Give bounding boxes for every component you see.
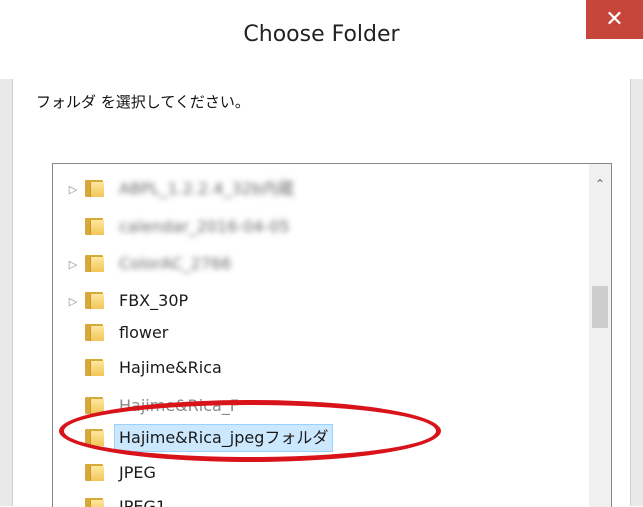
- folder-icon: [85, 464, 104, 481]
- title-bar[interactable]: Choose Folder ✕: [0, 0, 643, 79]
- close-icon: ✕: [605, 7, 624, 32]
- close-button[interactable]: ✕: [586, 0, 643, 39]
- folder-icon: [85, 324, 104, 341]
- window-frame-left: [0, 79, 13, 506]
- tree-item-label: JPEG: [119, 463, 156, 482]
- triangle-right-icon[interactable]: ▷: [67, 175, 79, 203]
- tree-item[interactable]: calendar_2016-04-05: [53, 213, 573, 241]
- tree-item[interactable]: flower: [53, 319, 573, 347]
- tree-item[interactable]: ▷ FBX_30P: [53, 287, 573, 315]
- tree-item-label: flower: [119, 323, 169, 342]
- tree-item-label: calendar_2016-04-05: [119, 217, 290, 236]
- triangle-right-icon[interactable]: ▷: [67, 250, 79, 278]
- choose-folder-dialog: Choose Folder ✕ フォルダ を選択してください。 ▷ ABPL_1…: [0, 0, 643, 507]
- dialog-title: Choose Folder: [243, 22, 400, 47]
- folder-icon: [85, 429, 104, 446]
- tree-item-label: ABPL_1.2.2.4_32b内蔵: [119, 179, 294, 198]
- folder-icon: [85, 218, 104, 235]
- tree-item[interactable]: Hajime&Rica: [53, 354, 573, 382]
- folder-icon: [85, 359, 104, 376]
- tree-item-label: Hajime&Rica_F: [119, 396, 239, 415]
- tree-item[interactable]: Hajime&Rica_F: [53, 392, 573, 420]
- tree-item-label: Hajime&Rica: [119, 358, 222, 377]
- tree-item-label: Hajime&Rica_jpegフォルダ: [114, 424, 334, 452]
- folder-tree[interactable]: ▷ ABPL_1.2.2.4_32b内蔵 calendar_2016-04-05…: [52, 163, 612, 507]
- tree-item[interactable]: JPEG: [53, 459, 573, 487]
- folder-icon: [85, 255, 104, 272]
- tree-item-label: FBX_30P: [119, 291, 189, 310]
- tree-item-label: ColorAC_2766: [119, 254, 232, 273]
- tree-item[interactable]: JPEG1: [53, 493, 573, 507]
- tree-item-label: JPEG1: [119, 497, 167, 507]
- chevron-up-icon[interactable]: ⌃: [589, 174, 611, 194]
- tree-item[interactable]: ▷ ABPL_1.2.2.4_32b内蔵: [53, 175, 573, 203]
- triangle-right-icon[interactable]: ▷: [67, 287, 79, 315]
- folder-icon: [85, 180, 104, 197]
- tree-item[interactable]: ▷ ColorAC_2766: [53, 250, 573, 278]
- scroll-thumb[interactable]: [592, 286, 608, 328]
- vertical-scrollbar[interactable]: ⌃: [589, 164, 611, 507]
- instruction-text: フォルダ を選択してください。: [36, 93, 250, 111]
- folder-icon: [85, 292, 104, 309]
- window-frame-right: [630, 79, 643, 506]
- tree-item-selected[interactable]: Hajime&Rica_jpegフォルダ: [53, 424, 573, 452]
- folder-icon: [85, 397, 104, 414]
